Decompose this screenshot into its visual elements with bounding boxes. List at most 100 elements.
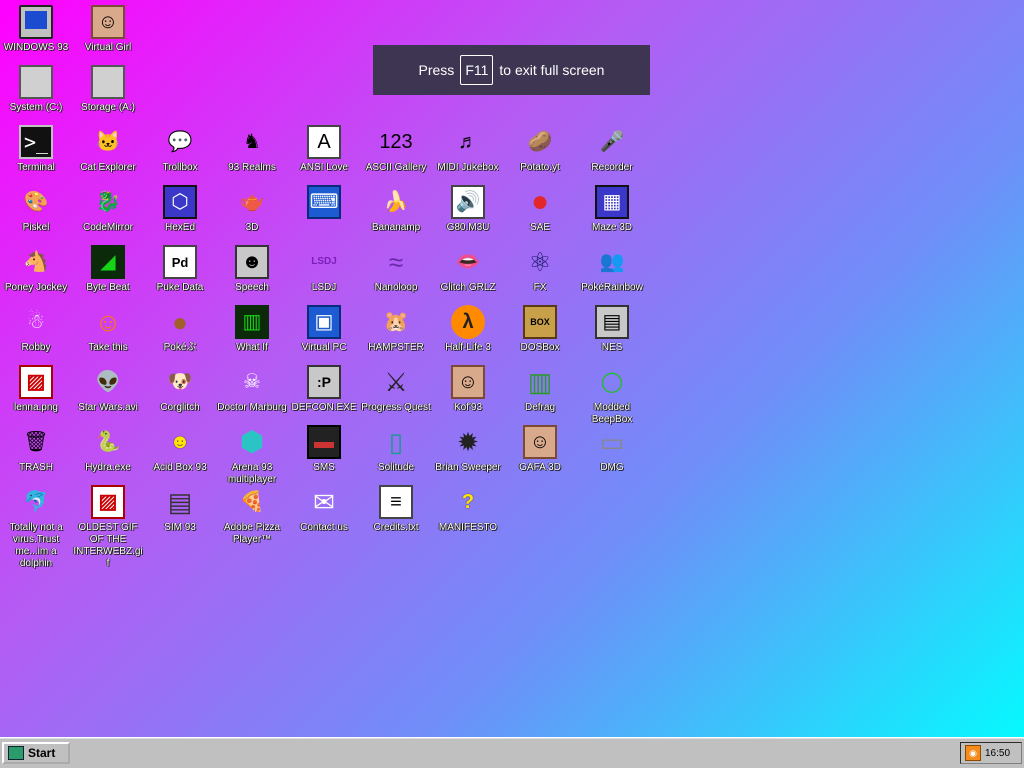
icon-label: WINDOWS 93 (3, 42, 69, 53)
letter-pen-icon: ✉ (313, 487, 335, 517)
colored-cube-icon: ⬢ (239, 426, 265, 457)
desktop-icon-sim-93[interactable]: ▤ SIM 93 (144, 485, 216, 534)
icon-label: Maze 3D (591, 222, 632, 233)
start-button[interactable]: Start (2, 742, 70, 764)
smiley-icon: ☻ (169, 431, 191, 453)
icon-label: TRASH (19, 462, 53, 473)
desktop-icon-virtual-pc[interactable]: ▣ Virtual PC (288, 305, 360, 354)
desktop-icon-robby[interactable]: ☃ Robby (0, 305, 72, 354)
desktop-icon-glitch-grlz[interactable]: 👄 Glitch GRLZ (432, 245, 504, 294)
desktop-icon-hydra-exe[interactable]: 🐍 Hydra.exe (72, 425, 144, 474)
desktop-icon-lenna-png[interactable]: ▨ lenna.png (0, 365, 72, 414)
desktop-icon-terminal[interactable]: >_ Terminal (0, 125, 72, 174)
desktop-icon-keyboard[interactable]: ⌨ (288, 185, 360, 222)
desktop-icon-doctor-marburg[interactable]: ☠ Doctor Marburg (216, 365, 288, 414)
desktop-icon-manifesto[interactable]: ? MANIFESTO (432, 485, 504, 534)
start-label: Start (28, 746, 56, 760)
desktop-icon-byte-beat[interactable]: ◢ Byte Beat (72, 245, 144, 294)
icon-label: FX (533, 282, 547, 293)
desktop-icon-windows93[interactable]: WINDOWS 93 (0, 5, 72, 54)
desktop-icon-hampster[interactable]: 🐹 HAMPSTER (360, 305, 432, 354)
desktop-icon-solitude[interactable]: ▯ Solitude (360, 425, 432, 474)
desktop-icon-ansi-love[interactable]: A ANSI Love (288, 125, 360, 174)
rss-feed-icon[interactable]: ◉ (965, 745, 981, 761)
crossed-swords-icon: ⚔ (384, 367, 408, 397)
desktop-icon-corglitch[interactable]: 🐶 Corglitch (144, 365, 216, 414)
desktop-icon-kof93[interactable]: ☺ Kof'93 (432, 365, 504, 414)
desktop-icon-g80-m3u[interactable]: 🔊 G80.M3U (432, 185, 504, 234)
icon-label: lenna.png (14, 402, 58, 413)
speaking-face-icon: ☻ (235, 245, 269, 279)
desktop-icon-credits-txt[interactable]: ≡ Credits.txt (360, 485, 432, 534)
desktop-icon-storage-a[interactable]: Storage (A:) (72, 65, 144, 114)
desktop-icon-trash[interactable]: 🗑 TRASH (0, 425, 72, 474)
fullscreen-notice-suffix: to exit full screen (499, 62, 605, 78)
desktop-icon-virtual-girl[interactable]: ☺ Virtual Girl (72, 5, 144, 54)
desktop-icon-defcon-exe[interactable]: :P DEFCON.EXE (288, 365, 360, 414)
desktop-icon-star-wars-avi[interactable]: 👽 Star Wars.avi (72, 365, 144, 414)
desktop-icon-modded-beepbox[interactable]: ◯ Modded BeepBox (576, 365, 648, 426)
terminal-icon: >_ (19, 125, 53, 159)
desktop-icon-midi-jukebox[interactable]: ♬ MIDI Jukebox (432, 125, 504, 174)
desktop-icon-defrag[interactable]: ▥ Defrag (504, 365, 576, 414)
desktop-icon-oldest-gif[interactable]: ▨ OLDEST GIF OF THE INTERWEBZ.gif (72, 485, 144, 570)
desktop-icon-sae[interactable]: ● SAE (504, 185, 576, 234)
desktop-icon-brian-sweeper[interactable]: ✹ Brian Sweeper (432, 425, 504, 474)
icon-label: SAE (529, 222, 550, 233)
desktop-icon-progress-quest[interactable]: ⚔ Progress Quest (360, 365, 432, 414)
desktop-icon-poney-jockey[interactable]: 🐴 Poney Jockey (0, 245, 72, 294)
icon-label: 3D (245, 222, 259, 233)
checkered-ball-icon: ● (530, 185, 550, 218)
desktop-icon-ascii-gallery[interactable]: 123 ASCII Gallery (360, 125, 432, 174)
desktop-icon-adobe-pizza-player[interactable]: 🍕 Adobe Pizza Player™ (216, 485, 288, 546)
desktop-icon-pokeyu[interactable]: ● Pokéぷ (144, 305, 216, 354)
desktop-icon-hexed[interactable]: ⬡ HexEd (144, 185, 216, 234)
icon-label: ANSI Love (300, 162, 348, 173)
desktop-icon-contact-us[interactable]: ✉ Contact us (288, 485, 360, 534)
icon-label: Defrag (524, 402, 555, 413)
desktop-icon-speech[interactable]: ☻ Speech (216, 245, 288, 294)
desktop-icon-3d[interactable]: 🫖 3D (216, 185, 288, 234)
desktop-icon-puke-data[interactable]: Pd Puke Data (144, 245, 216, 294)
icon-label: Poney Jockey (4, 282, 68, 293)
desktop-icon-sms[interactable]: ▬ SMS (288, 425, 360, 474)
desktop-icon-acid-box-93[interactable]: ☻ Acid Box 93 (144, 425, 216, 474)
desktop-icon-codemirror[interactable]: 🐉 CodeMirror (72, 185, 144, 234)
desktop-icon-system-c[interactable]: System (C:) (0, 65, 72, 114)
microphone-icon: 🎤 (599, 131, 625, 153)
desktop-icon-half-life-3[interactable]: λ Half-Life 3 (432, 305, 504, 354)
desktop-icon-nes[interactable]: ▤ NES (576, 305, 648, 354)
icon-label: Pokéぷ (163, 342, 197, 353)
piano-keys-icon: ♬ (458, 131, 478, 153)
desktop-icon-nanoloop[interactable]: ≈ Nanoloop (360, 245, 432, 294)
desktop-icon-arena-93[interactable]: ⬢ Arena 93 multiplayer (216, 425, 288, 486)
icon-label: Acid Box 93 (153, 462, 207, 473)
desktop-icon-cat-explorer[interactable]: 🐱 Cat Explorer (72, 125, 144, 174)
clock: 16:50 (985, 747, 1011, 759)
desktop-icon-bananamp[interactable]: 🍌 Bananamp (360, 185, 432, 234)
fullscreen-notice: Press F11 to exit full screen (373, 45, 650, 95)
desktop-icon-take-this[interactable]: ☺ Take this (72, 305, 144, 354)
maze-icon: ▦ (595, 185, 629, 219)
desktop-icon-dosbox[interactable]: BOX DOSBox (504, 305, 576, 354)
desktop-icon-trollbox[interactable]: 💬 Trollbox (144, 125, 216, 174)
desktop-icon-pokerainbow[interactable]: 👥 PokéRainbow (576, 245, 648, 294)
desktop-icon-piskel[interactable]: 🎨 Piskel (0, 185, 72, 234)
matrix-screen-icon: ▥ (235, 305, 269, 339)
desktop-icon-dolphin[interactable]: 🐬 Totally not a virus.Trust me...im a do… (0, 485, 72, 570)
icon-label: What If (236, 342, 268, 353)
desktop-icon-fx[interactable]: ⚛ FX (504, 245, 576, 294)
desktop-icon-lsdj[interactable]: LSDJ LSDJ (288, 245, 360, 294)
desktop-icon-dmg[interactable]: ▭ DMG (576, 425, 648, 474)
desktop-icon-gafa-3d[interactable]: ☺ GAFA 3D (504, 425, 576, 474)
icon-label: HexEd (164, 222, 195, 233)
green-ring-icon: ◯ (600, 371, 624, 393)
desktop-icon-potato-yt[interactable]: 🥔 Potato.yt (504, 125, 576, 174)
desktop-icon-93-realms[interactable]: ♞ 93 Realms (216, 125, 288, 174)
desktop-icon-maze-3d[interactable]: ▦ Maze 3D (576, 185, 648, 234)
banana-icon: 🍌 (383, 191, 409, 213)
desktop-icon-recorder[interactable]: 🎤 Recorder (576, 125, 648, 174)
icon-label: Recorder (591, 162, 633, 173)
icon-label: Virtual PC (301, 342, 347, 353)
desktop-icon-what-if[interactable]: ▥ What If (216, 305, 288, 354)
